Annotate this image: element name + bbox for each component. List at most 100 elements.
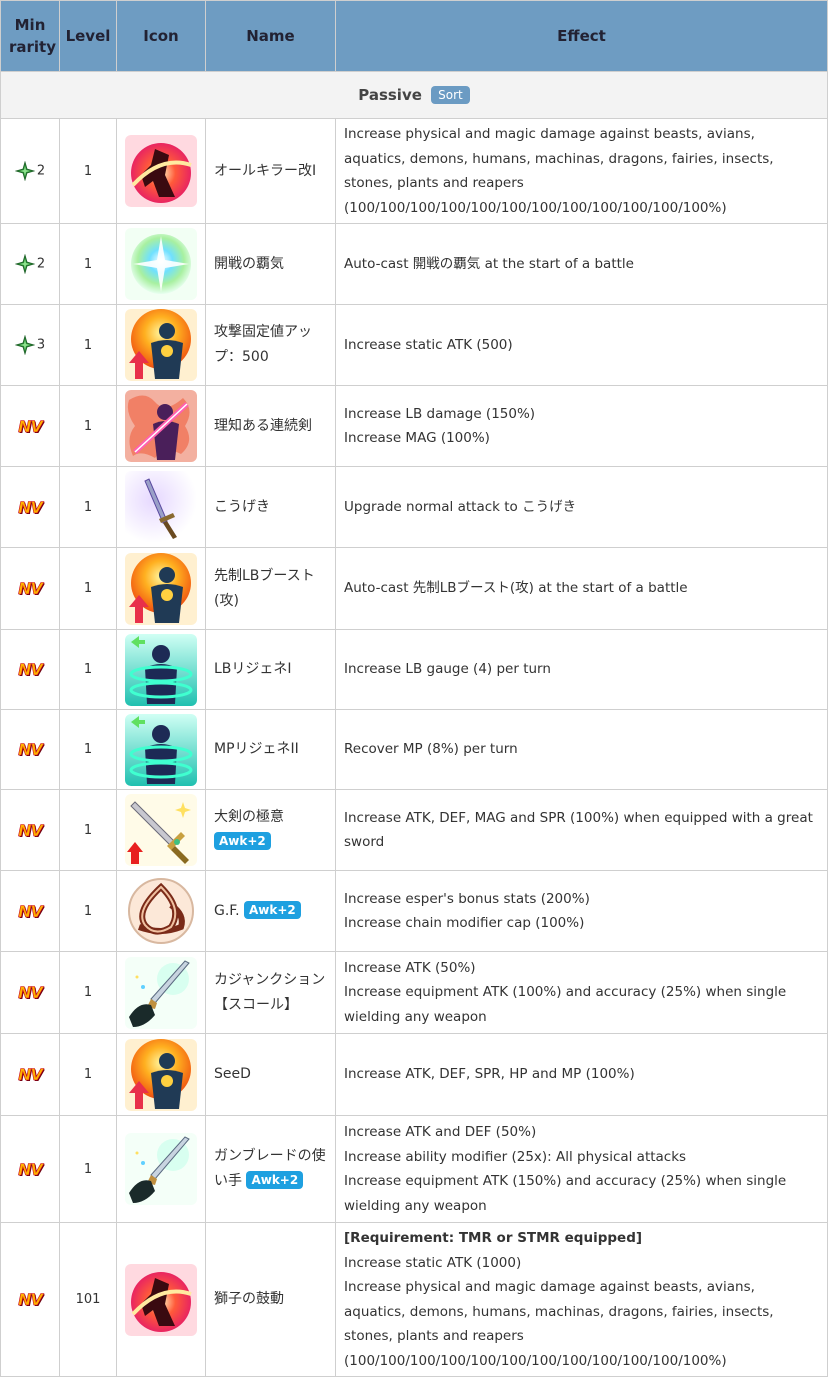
effect-cell: [Requirement: TMR or STMR equipped] Incre… <box>335 1222 828 1377</box>
name-cell: 開戦の覇気 <box>205 223 336 305</box>
effect-cell: Increase ATK, DEF, MAG and SPR (100%) wh… <box>335 789 828 871</box>
effect-line: Increase equipment ATK (150%) and accura… <box>344 1173 787 1214</box>
effect-line: Auto-cast 開戦の覇気 at the start of a battle <box>344 255 634 272</box>
rarity-cell: NV <box>0 709 60 790</box>
effect-line: Increase ATK, DEF, MAG and SPR (100%) wh… <box>344 809 813 851</box>
icon-cell <box>116 1115 206 1223</box>
effect-line: Upgrade normal attack to こうげき <box>344 498 577 515</box>
icon-cell <box>116 1033 206 1116</box>
triquetra-knot-icon[interactable] <box>125 875 197 947</box>
name-cell: G.F. Awk+2 <box>205 870 336 952</box>
table-row: 3 1 攻撃固定値アップ：500 Increase static ATK (500) <box>0 304 828 386</box>
level-cell: 1 <box>59 629 117 710</box>
gunblade-hand-icon[interactable] <box>125 956 197 1029</box>
icon-cell <box>116 223 206 305</box>
table-row: NV 1 G.F. Awk+2 Increase esper's bonus stat… <box>0 870 828 952</box>
rarity-cell: NV <box>0 1033 60 1116</box>
skill-name[interactable]: 先制LBブースト(攻) <box>214 568 315 609</box>
red-fire-slash-icon[interactable] <box>125 135 197 207</box>
level-cell: 1 <box>59 118 117 224</box>
requirement-text: [Requirement: TMR or STMR equipped] <box>344 1230 643 1246</box>
purple-sword-icon[interactable] <box>125 471 197 543</box>
nv-rarity-badge: NV <box>18 740 43 760</box>
nv-rarity-badge: NV <box>18 660 43 680</box>
table-row: NV 1 こうげき Upgrade normal attack to こうげき <box>0 466 828 548</box>
awk-badge: Awk+2 <box>244 900 301 919</box>
rarity-cell: NV <box>0 870 60 952</box>
teal-regen-figure-icon[interactable] <box>125 633 197 706</box>
awk-badge: Awk+2 <box>214 832 271 850</box>
red-fire-slash-icon[interactable] <box>125 1263 197 1336</box>
effect-line: Increase physical and magic damage again… <box>344 126 774 216</box>
level-cell: 1 <box>59 304 117 386</box>
skill-name[interactable]: 攻撃固定値アップ：500 <box>214 324 312 365</box>
effect-cell: Increase physical and magic damage again… <box>335 118 828 224</box>
skill-name[interactable]: 大剣の極意 <box>214 809 284 825</box>
effect-cell: Increase ATK (50%) Increase equipment ATK… <box>335 951 828 1034</box>
effect-line: Recover MP (8%) per turn <box>344 741 518 758</box>
nv-rarity-badge: NV <box>18 497 43 517</box>
pink-sword-figure-icon[interactable] <box>125 390 197 462</box>
effect-line: Increase static ATK (1000) <box>344 1254 522 1271</box>
level-cell: 1 <box>59 951 117 1034</box>
header-icon[interactable]: Icon <box>116 0 206 72</box>
icon-cell <box>116 547 206 630</box>
effect-line: Increase physical and magic damage again… <box>344 1279 774 1369</box>
teal-regen-figure-icon[interactable] <box>125 713 197 786</box>
icon-cell <box>116 304 206 386</box>
effect-line: Increase ATK and DEF (50%) <box>344 1124 537 1140</box>
name-cell: ガンブレードの使い手 Awk+2 <box>205 1115 336 1223</box>
orange-aura-figure-icon[interactable] <box>125 309 197 381</box>
header-name[interactable]: Name <box>205 0 336 72</box>
table-row: NV 1 理知ある連続剣 Increase LB damage (150%) Incre… <box>0 385 828 467</box>
effect-cell: Auto-cast 先制LBブースト(攻) at the start of a … <box>335 547 828 630</box>
effect-cell: Increase esper's bonus stats (200%) Incre… <box>335 870 828 952</box>
icon-cell <box>116 629 206 710</box>
skill-name[interactable]: こうげき <box>214 499 270 515</box>
icon-cell <box>116 385 206 467</box>
rarity-cell: 2 <box>0 223 60 305</box>
nv-rarity-badge: NV <box>18 416 43 436</box>
rarity-star-icon <box>14 161 35 181</box>
orange-aura-figure-icon[interactable] <box>125 1038 197 1111</box>
level-cell: 1 <box>59 870 117 952</box>
skill-name[interactable]: カジャンクション【スコール】 <box>214 972 325 1013</box>
skill-name[interactable]: オールキラー改I <box>214 163 316 179</box>
name-cell: 攻撃固定値アップ：500 <box>205 304 336 386</box>
rarity-cell: 3 <box>0 304 60 386</box>
skill-name[interactable]: 開戦の覇気 <box>214 256 284 272</box>
skill-name[interactable]: G.F. <box>214 903 240 919</box>
sort-button[interactable]: Sort <box>431 86 470 104</box>
orange-aura-figure-icon[interactable] <box>125 552 197 625</box>
table-row: NV 1 ガンブレードの使い手 Awk+2 Increase ATK and DEF … <box>0 1115 828 1223</box>
icon-cell <box>116 789 206 871</box>
table-row: 2 1 開戦の覇気 Auto-cast 開戦の覇気 at the start of a… <box>0 223 828 305</box>
effect-line: Increase ATK, DEF, SPR, HP and MP (100%) <box>344 1066 635 1083</box>
icon-cell <box>116 951 206 1034</box>
gunblade-hand-icon[interactable] <box>125 1133 197 1205</box>
level-cell: 1 <box>59 709 117 790</box>
green-burst-orb-icon[interactable] <box>125 228 197 300</box>
level-cell: 1 <box>59 547 117 630</box>
rarity-cell: NV <box>0 951 60 1034</box>
effect-cell: Increase LB gauge (4) per turn <box>335 629 828 710</box>
skill-name[interactable]: MPリジェネII <box>214 741 299 757</box>
great-sword-up-icon[interactable] <box>125 794 197 866</box>
table-row: 2 1 オールキラー改I Increase physical and magic da… <box>0 118 828 224</box>
skill-name[interactable]: 獅子の鼓動 <box>214 1291 284 1307</box>
effect-line: Increase LB gauge (4) per turn <box>344 661 551 678</box>
effect-line: Increase LB damage (150%) <box>344 405 536 422</box>
icon-cell <box>116 466 206 548</box>
skill-name[interactable]: SeeD <box>214 1066 251 1082</box>
skill-name[interactable]: LBリジェネI <box>214 661 292 677</box>
table-row: NV 1 LBリジェネI Increase LB gauge (4) per turn <box>0 629 828 710</box>
level-cell: 1 <box>59 223 117 305</box>
effect-cell: Increase ATK and DEF (50%) Increase abili… <box>335 1115 828 1223</box>
icon-cell <box>116 870 206 952</box>
rarity-value: 2 <box>36 163 46 179</box>
header-effect[interactable]: Effect <box>335 0 828 72</box>
name-cell: LBリジェネI <box>205 629 336 710</box>
header-level[interactable]: Level <box>59 0 117 72</box>
header-min-rarity[interactable]: Min rarity <box>0 0 60 72</box>
skill-name[interactable]: 理知ある連続剣 <box>214 418 312 434</box>
